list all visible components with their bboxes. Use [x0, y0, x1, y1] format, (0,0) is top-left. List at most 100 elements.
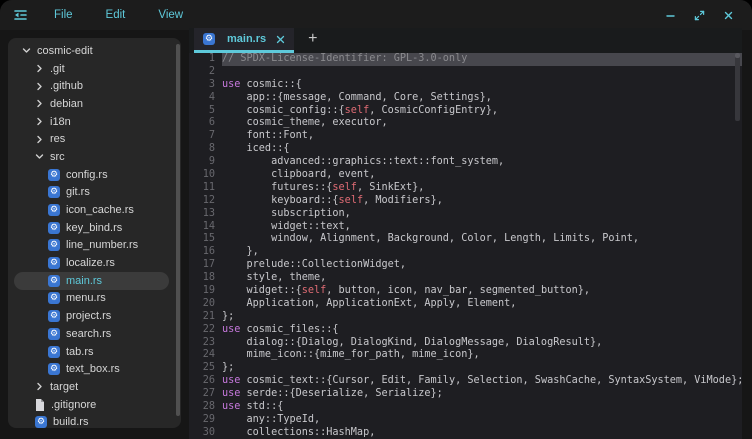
- minimize-button[interactable]: [665, 10, 676, 21]
- line-number: 23: [193, 337, 215, 350]
- menu-edit[interactable]: Edit: [96, 5, 136, 25]
- line-text: use std::{: [222, 401, 742, 414]
- code-line-15[interactable]: 15 window, Alignment, Background, Color,…: [189, 233, 742, 246]
- line-text: };: [222, 362, 742, 375]
- tree-item-label: .git: [50, 63, 65, 75]
- new-tab-button[interactable]: +: [308, 28, 317, 53]
- line-number: 11: [193, 182, 215, 195]
- code-line-9[interactable]: 9 advanced::graphics::text::font_system,: [189, 156, 742, 169]
- line-text: cosmic_config::{self, CosmicConfigEntry}…: [222, 105, 742, 118]
- rust-file-icon: ⚙: [48, 275, 60, 287]
- code-line-16[interactable]: 16 },: [189, 246, 742, 259]
- code-line-30[interactable]: 30 collections::HashMap,: [189, 427, 742, 439]
- tree-folder-cosmic-edit[interactable]: cosmic-edit: [14, 42, 169, 60]
- line-text: use cosmic_text::{Cursor, Edit, Family, …: [222, 375, 742, 388]
- code-line-27[interactable]: 27use serde::{Deserialize, Serialize};: [189, 388, 742, 401]
- rust-file-icon: ⚙: [203, 33, 215, 45]
- code-editor[interactable]: 1// SPDX-License-Identifier: GPL-3.0-onl…: [189, 53, 742, 439]
- text-file-icon: [35, 399, 45, 411]
- code-line-6[interactable]: 6 cosmic_theme, executor,: [189, 117, 742, 130]
- line-number: 17: [193, 259, 215, 272]
- sidebar-scrollbar[interactable]: [176, 44, 180, 416]
- code-line-25[interactable]: 25};: [189, 362, 742, 375]
- tree-folder-target[interactable]: target: [14, 378, 169, 396]
- tree-file-menu.rs[interactable]: ⚙menu.rs: [14, 290, 169, 308]
- code-line-23[interactable]: 23 dialog::{Dialog, DialogKind, DialogMe…: [189, 337, 742, 350]
- tree-item-label: text_box.rs: [66, 363, 120, 375]
- tree-item-label: menu.rs: [66, 292, 106, 304]
- code-line-20[interactable]: 20 Application, ApplicationExt, Apply, E…: [189, 298, 742, 311]
- code-line-1[interactable]: 1// SPDX-License-Identifier: GPL-3.0-onl…: [189, 53, 742, 66]
- code-line-4[interactable]: 4 app::{message, Command, Core, Settings…: [189, 92, 742, 105]
- code-line-22[interactable]: 22use cosmic_files::{: [189, 324, 742, 337]
- tree-folder-debian[interactable]: debian: [14, 95, 169, 113]
- tab-close-button[interactable]: [276, 35, 285, 44]
- tree-folder-.github[interactable]: .github: [14, 77, 169, 95]
- line-number: 19: [193, 285, 215, 298]
- line-number: 8: [193, 143, 215, 156]
- line-text: dialog::{Dialog, DialogKind, DialogMessa…: [222, 337, 742, 350]
- tree-file-tab.rs[interactable]: ⚙tab.rs: [14, 343, 169, 361]
- tree-file-text_box.rs[interactable]: ⚙text_box.rs: [14, 360, 169, 378]
- line-number: 2: [193, 66, 215, 79]
- line-number: 4: [193, 92, 215, 105]
- tree-file-search.rs[interactable]: ⚙search.rs: [14, 325, 169, 343]
- code-line-3[interactable]: 3use cosmic::{: [189, 79, 742, 92]
- line-text: use cosmic::{: [222, 79, 742, 92]
- line-number: 24: [193, 349, 215, 362]
- tree-folder-res[interactable]: res: [14, 130, 169, 148]
- tab-main-rs[interactable]: ⚙ main.rs: [194, 28, 294, 53]
- close-button[interactable]: [723, 10, 734, 21]
- tree-file-git.rs[interactable]: ⚙git.rs: [14, 184, 169, 202]
- tree-item-label: icon_cache.rs: [66, 204, 134, 216]
- tree-folder-src[interactable]: src: [14, 148, 169, 166]
- line-text: };: [222, 311, 742, 324]
- menu-view[interactable]: View: [148, 5, 193, 25]
- tree-folder-.git[interactable]: .git: [14, 60, 169, 78]
- tree-file-main.rs[interactable]: ⚙ main.rs: [14, 272, 169, 290]
- tree-file-config.rs[interactable]: ⚙config.rs: [14, 166, 169, 184]
- menu-file[interactable]: File: [44, 5, 83, 25]
- rust-file-icon: ⚙: [48, 222, 60, 234]
- code-line-10[interactable]: 10 clipboard, event,: [189, 169, 742, 182]
- code-line-29[interactable]: 29 any::TypeId,: [189, 414, 742, 427]
- maximize-button[interactable]: [694, 10, 705, 21]
- tree-file-key_bind.rs[interactable]: ⚙key_bind.rs: [14, 219, 169, 237]
- chevron-right-icon: [35, 135, 44, 144]
- menu-bar: File Edit View: [44, 5, 206, 25]
- tree-file-line_number.rs[interactable]: ⚙line_number.rs: [14, 237, 169, 255]
- line-text: font::Font,: [222, 130, 742, 143]
- tree-file-project.rs[interactable]: ⚙project.rs: [14, 307, 169, 325]
- chevron-down-icon: [35, 152, 44, 161]
- tree-file-localize.rs[interactable]: ⚙localize.rs: [14, 254, 169, 272]
- tree-item-label: main.rs: [66, 275, 102, 287]
- code-line-19[interactable]: 19 widget::{self, button, icon, nav_bar,…: [189, 285, 742, 298]
- title-bar: File Edit View: [0, 0, 752, 30]
- rust-file-icon: ⚙: [48, 310, 60, 322]
- rust-file-icon: ⚙: [48, 328, 60, 340]
- line-text: clipboard, event,: [222, 169, 742, 182]
- tree-file-build.rs[interactable]: ⚙build.rs: [14, 413, 169, 428]
- code-line-21[interactable]: 21};: [189, 311, 742, 324]
- editor-scrollbar[interactable]: [735, 53, 740, 121]
- code-line-5[interactable]: 5 cosmic_config::{self, CosmicConfigEntr…: [189, 105, 742, 118]
- line-text: any::TypeId,: [222, 414, 742, 427]
- tree-folder-i18n[interactable]: i18n: [14, 113, 169, 131]
- code-line-2[interactable]: 2: [189, 66, 742, 79]
- code-line-13[interactable]: 13 subscription,: [189, 208, 742, 221]
- code-line-14[interactable]: 14 widget::text,: [189, 221, 742, 234]
- code-line-17[interactable]: 17 prelude::CollectionWidget,: [189, 259, 742, 272]
- sidebar-toggle-button[interactable]: [13, 9, 28, 21]
- code-line-28[interactable]: 28use std::{: [189, 401, 742, 414]
- code-line-7[interactable]: 7 font::Font,: [189, 130, 742, 143]
- code-line-8[interactable]: 8 iced::{: [189, 143, 742, 156]
- chevron-right-icon: [35, 82, 44, 91]
- code-line-12[interactable]: 12 keyboard::{self, Modifiers},: [189, 195, 742, 208]
- code-line-18[interactable]: 18 style, theme,: [189, 272, 742, 285]
- code-line-11[interactable]: 11 futures::{self, SinkExt},: [189, 182, 742, 195]
- code-line-26[interactable]: 26use cosmic_text::{Cursor, Edit, Family…: [189, 375, 742, 388]
- code-line-24[interactable]: 24 mime_icon::{mime_for_path, mime_icon}…: [189, 349, 742, 362]
- tree-file-.gitignore[interactable]: .gitignore: [14, 396, 169, 414]
- tree-file-icon_cache.rs[interactable]: ⚙icon_cache.rs: [14, 201, 169, 219]
- tab-bar: ⚙ main.rs +: [189, 28, 742, 53]
